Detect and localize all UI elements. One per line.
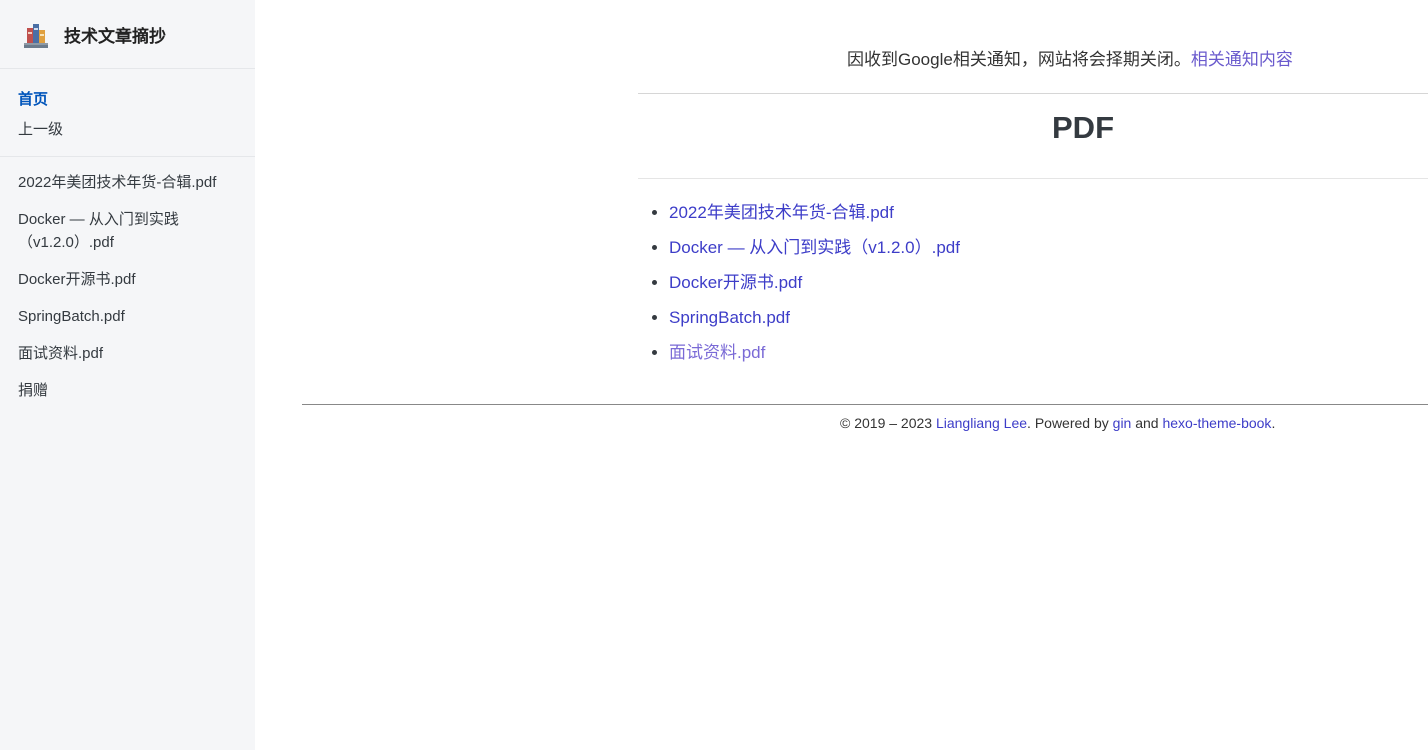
- file-link[interactable]: SpringBatch.pdf: [669, 308, 790, 327]
- footer-and: and: [1131, 415, 1163, 431]
- list-item: Docker — 从入门到实践（v1.2.0）.pdf: [669, 238, 1428, 258]
- file-link[interactable]: Docker开源书.pdf: [669, 273, 802, 292]
- list-item: 面试资料.pdf: [669, 343, 1428, 363]
- author-link[interactable]: Liangliang Lee: [936, 415, 1027, 431]
- list-item: 2022年美团技术年货-合辑.pdf: [669, 203, 1428, 223]
- file-link[interactable]: 面试资料.pdf: [669, 343, 765, 362]
- brand[interactable]: 技术文章摘抄: [0, 0, 255, 69]
- page-title-text: PDF: [1052, 110, 1114, 145]
- site-title: 技术文章摘抄: [64, 26, 166, 46]
- file-list: 2022年美团技术年货-合辑.pdf Docker — 从入门到实践（v1.2.…: [638, 203, 1428, 363]
- gin-link[interactable]: gin: [1113, 415, 1132, 431]
- notice-banner: 因收到Google相关通知，网站将会择期关闭。相关通知内容: [638, 0, 1428, 94]
- file-link[interactable]: Docker — 从入门到实践（v1.2.0）.pdf: [669, 238, 960, 257]
- sidebar-item-file[interactable]: 面试资料.pdf: [0, 342, 255, 365]
- nav-files: 2022年美团技术年货-合辑.pdf Docker — 从入门到实践（v1.2.…: [0, 157, 255, 402]
- sidebar-item-file[interactable]: SpringBatch.pdf: [0, 305, 255, 328]
- sidebar-item-file[interactable]: 2022年美团技术年货-合辑.pdf: [0, 171, 255, 194]
- footer: © 2019 – 2023 Liangliang Lee. Powered by…: [840, 415, 1275, 431]
- footer-copyright: © 2019 – 2023: [840, 415, 936, 431]
- footer-powered: . Powered by: [1027, 415, 1113, 431]
- footer-divider: [302, 404, 1428, 405]
- theme-link[interactable]: hexo-theme-book: [1162, 415, 1271, 431]
- nav-home-link[interactable]: 首页: [0, 88, 255, 111]
- main-content: PDF 2022年美团技术年货-合辑.pdf Docker — 从入门到实践（v…: [638, 95, 1428, 378]
- page-title: PDF: [638, 95, 1428, 179]
- list-item: SpringBatch.pdf: [669, 308, 1428, 328]
- notice-message: 因收到Google相关通知，网站将会择期关闭。: [847, 50, 1191, 69]
- file-link[interactable]: 2022年美团技术年货-合辑.pdf: [669, 203, 894, 222]
- footer-end: .: [1271, 415, 1276, 431]
- sidebar: 技术文章摘抄 首页 上一级 2022年美团技术年货-合辑.pdf Docker …: [0, 0, 255, 750]
- sidebar-item-file[interactable]: Docker — 从入门到实践（v1.2.0）.pdf: [0, 208, 200, 254]
- nav-up-link[interactable]: 上一级: [0, 118, 255, 141]
- notice-text: 因收到Google相关通知，网站将会择期关闭。相关通知内容: [847, 45, 1293, 70]
- list-item: Docker开源书.pdf: [669, 273, 1428, 293]
- notice-link[interactable]: 相关通知内容: [1191, 50, 1293, 69]
- nav-top: 首页 上一级: [0, 69, 255, 157]
- sidebar-item-file[interactable]: Docker开源书.pdf: [0, 268, 255, 291]
- books-icon: [24, 24, 48, 48]
- sidebar-item-donate[interactable]: 捐赠: [0, 379, 255, 402]
